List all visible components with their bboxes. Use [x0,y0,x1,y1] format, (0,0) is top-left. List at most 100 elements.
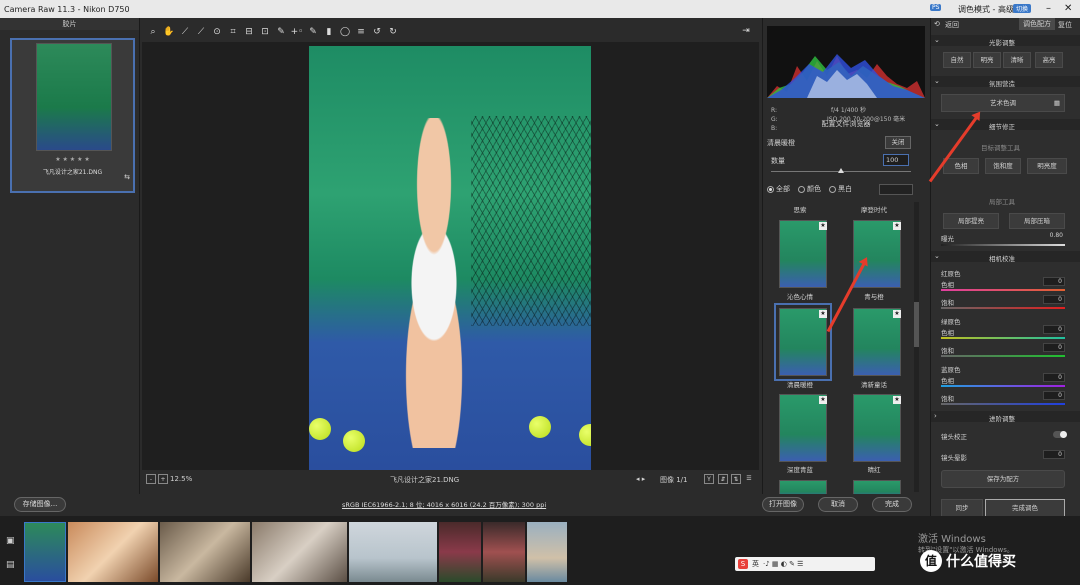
close-browser-button[interactable]: 关闭 [885,136,911,149]
zoom-icon[interactable]: ⌕ [146,25,160,39]
strip-thumbnail[interactable] [68,522,158,582]
favorite-star-icon[interactable]: ★ [893,396,901,404]
finish-color-button[interactable]: 完成调色 [985,499,1065,517]
image-canvas[interactable] [142,42,759,470]
local-brighten-button[interactable]: 局部提亮 [943,213,999,229]
profile-thumbnail[interactable] [853,220,901,288]
profile-thumbnail[interactable] [853,480,901,494]
strip-thumbnail[interactable] [527,522,567,582]
profile-thumbnail[interactable] [779,220,827,288]
strip-thumbnail[interactable] [252,522,347,582]
exposure-slider[interactable] [941,244,1065,246]
image-icon[interactable]: ▣ [6,536,15,546]
profile-thumbnail-selected[interactable] [774,303,832,381]
profile-group-dropdown[interactable] [879,184,913,195]
section-advanced[interactable]: › 进阶调整 [931,411,1080,423]
filter-bw[interactable]: 黑白 [829,184,852,194]
favorite-star-icon[interactable]: ★ [819,310,827,318]
target-saturation-button[interactable]: 饱和度 [985,158,1021,174]
amount-input[interactable]: 100 [883,154,909,166]
save-image-button[interactable]: 存储图像... [14,497,66,512]
profile-thumbnail[interactable] [853,308,901,376]
local-darken-button[interactable]: 局部压暗 [1009,213,1065,229]
strip-thumbnail[interactable] [483,522,525,582]
green-hue-value[interactable]: 0 [1043,325,1065,334]
light-natural-button[interactable]: 自然 [943,52,971,68]
filmstrip-thumbnail[interactable]: ★ ★ ★ ★ ★ 飞凡设计之家21.DNG ⇆ [10,38,135,193]
vignette-value[interactable]: 0 [1043,450,1065,459]
rating-stars[interactable]: ★ ★ ★ ★ ★ [12,156,133,163]
profile-thumbnail[interactable] [853,394,901,462]
art-color-button[interactable]: 艺术色调 ▦ [941,94,1065,112]
target-hue-button[interactable]: 色相 [943,158,979,174]
close-icon[interactable]: ✕ [1064,3,1072,14]
blue-sat-value[interactable]: 0 [1043,391,1065,400]
green-sat-slider[interactable] [941,355,1065,357]
strip-thumbnail[interactable] [439,522,481,582]
zoom-level[interactable]: 12.5% [170,475,192,483]
tab-recipe[interactable]: 调色配方 [1019,18,1055,30]
brush-icon[interactable]: ✎ [306,25,320,39]
strip-thumbnail[interactable] [349,522,437,582]
fullscreen-icon[interactable]: ⇥ [739,24,753,38]
before-after-toggle-icon[interactable]: ⇵ [718,474,728,484]
folder-icon[interactable]: ▤ [6,560,15,570]
favorite-star-icon[interactable]: ★ [819,222,827,230]
reset-button[interactable]: 复位 [1058,20,1072,30]
filter-all[interactable]: 全部 [767,184,790,194]
preferences-icon[interactable]: ≡ [354,25,368,39]
switch-mode-button[interactable]: 切换 [1013,4,1032,13]
done-button[interactable]: 完成 [872,497,912,512]
red-sat-slider[interactable] [941,307,1065,309]
profile-thumbnail[interactable] [779,480,827,494]
scrollbar-thumb[interactable] [914,302,919,347]
green-sat-value[interactable]: 0 [1043,343,1065,352]
light-high-button[interactable]: 高亮 [1035,52,1063,68]
favorite-star-icon[interactable]: ★ [893,310,901,318]
section-camera[interactable]: ⌄ 相机校准 [931,251,1080,263]
color-sampler-icon[interactable]: ⟋ [194,25,208,39]
preview-options-icon[interactable]: ☰ [744,474,754,484]
radial-filter-icon[interactable]: ◯ [338,25,352,39]
before-after-y-icon[interactable]: Y [704,474,714,484]
crop-icon[interactable]: ⌗ [226,25,240,39]
exposure-value[interactable]: 0.80 [1043,232,1065,241]
blue-sat-slider[interactable] [941,403,1065,405]
workflow-options-link[interactable]: sRGB IEC61966-2.1; 8 位; 4016 x 6016 (24.… [342,499,546,509]
blue-hue-value[interactable]: 0 [1043,373,1065,382]
back-arrow-icon[interactable]: ⟲ [934,20,940,28]
open-image-button[interactable]: 打开图像 [762,497,804,512]
graduated-filter-icon[interactable]: ▮ [322,25,336,39]
straighten-icon[interactable]: ⊟ [242,25,256,39]
green-hue-slider[interactable] [941,337,1065,339]
hand-icon[interactable]: ✋ [162,25,176,39]
amount-slider-handle[interactable] [838,168,844,173]
target-adjust-icon[interactable]: ⊙ [210,25,224,39]
red-hue-slider[interactable] [941,289,1065,291]
transform-icon[interactable]: ⊡ [258,25,272,39]
input-method-bar[interactable]: S 英 ·♪ ▦ ◐ ✎ ☰ [735,557,875,571]
back-button[interactable]: 返回 [945,20,959,30]
red-eye-icon[interactable]: +◦ [290,25,304,39]
red-sat-value[interactable]: 0 [1043,295,1065,304]
prev-next-icon[interactable]: ◂ ▸ [636,475,645,483]
cancel-button[interactable]: 取消 [818,497,858,512]
rotate-ccw-icon[interactable]: ↺ [370,25,384,39]
zoom-in-icon[interactable]: + [158,474,168,484]
profile-scrollbar[interactable] [914,202,919,492]
section-light[interactable]: ⌄ 光影调整 [931,35,1080,47]
minimize-icon[interactable]: – [1046,3,1051,14]
rotate-cw-icon[interactable]: ↻ [386,25,400,39]
save-recipe-button[interactable]: 保存为配方 [941,470,1065,488]
strip-thumbnail[interactable] [24,522,66,582]
favorite-star-icon[interactable]: ★ [893,222,901,230]
target-luminance-button[interactable]: 明亮度 [1027,158,1067,174]
filter-color[interactable]: 颜色 [798,184,821,194]
sync-button[interactable]: 同步 [941,499,983,517]
strip-thumbnail[interactable] [160,522,250,582]
blue-hue-slider[interactable] [941,385,1065,387]
section-detail[interactable]: ⌄ 细节修正 [931,119,1080,131]
favorite-star-icon[interactable]: ★ [819,396,827,404]
profile-thumbnail[interactable] [779,394,827,462]
copy-settings-icon[interactable]: ⇅ [731,474,741,484]
